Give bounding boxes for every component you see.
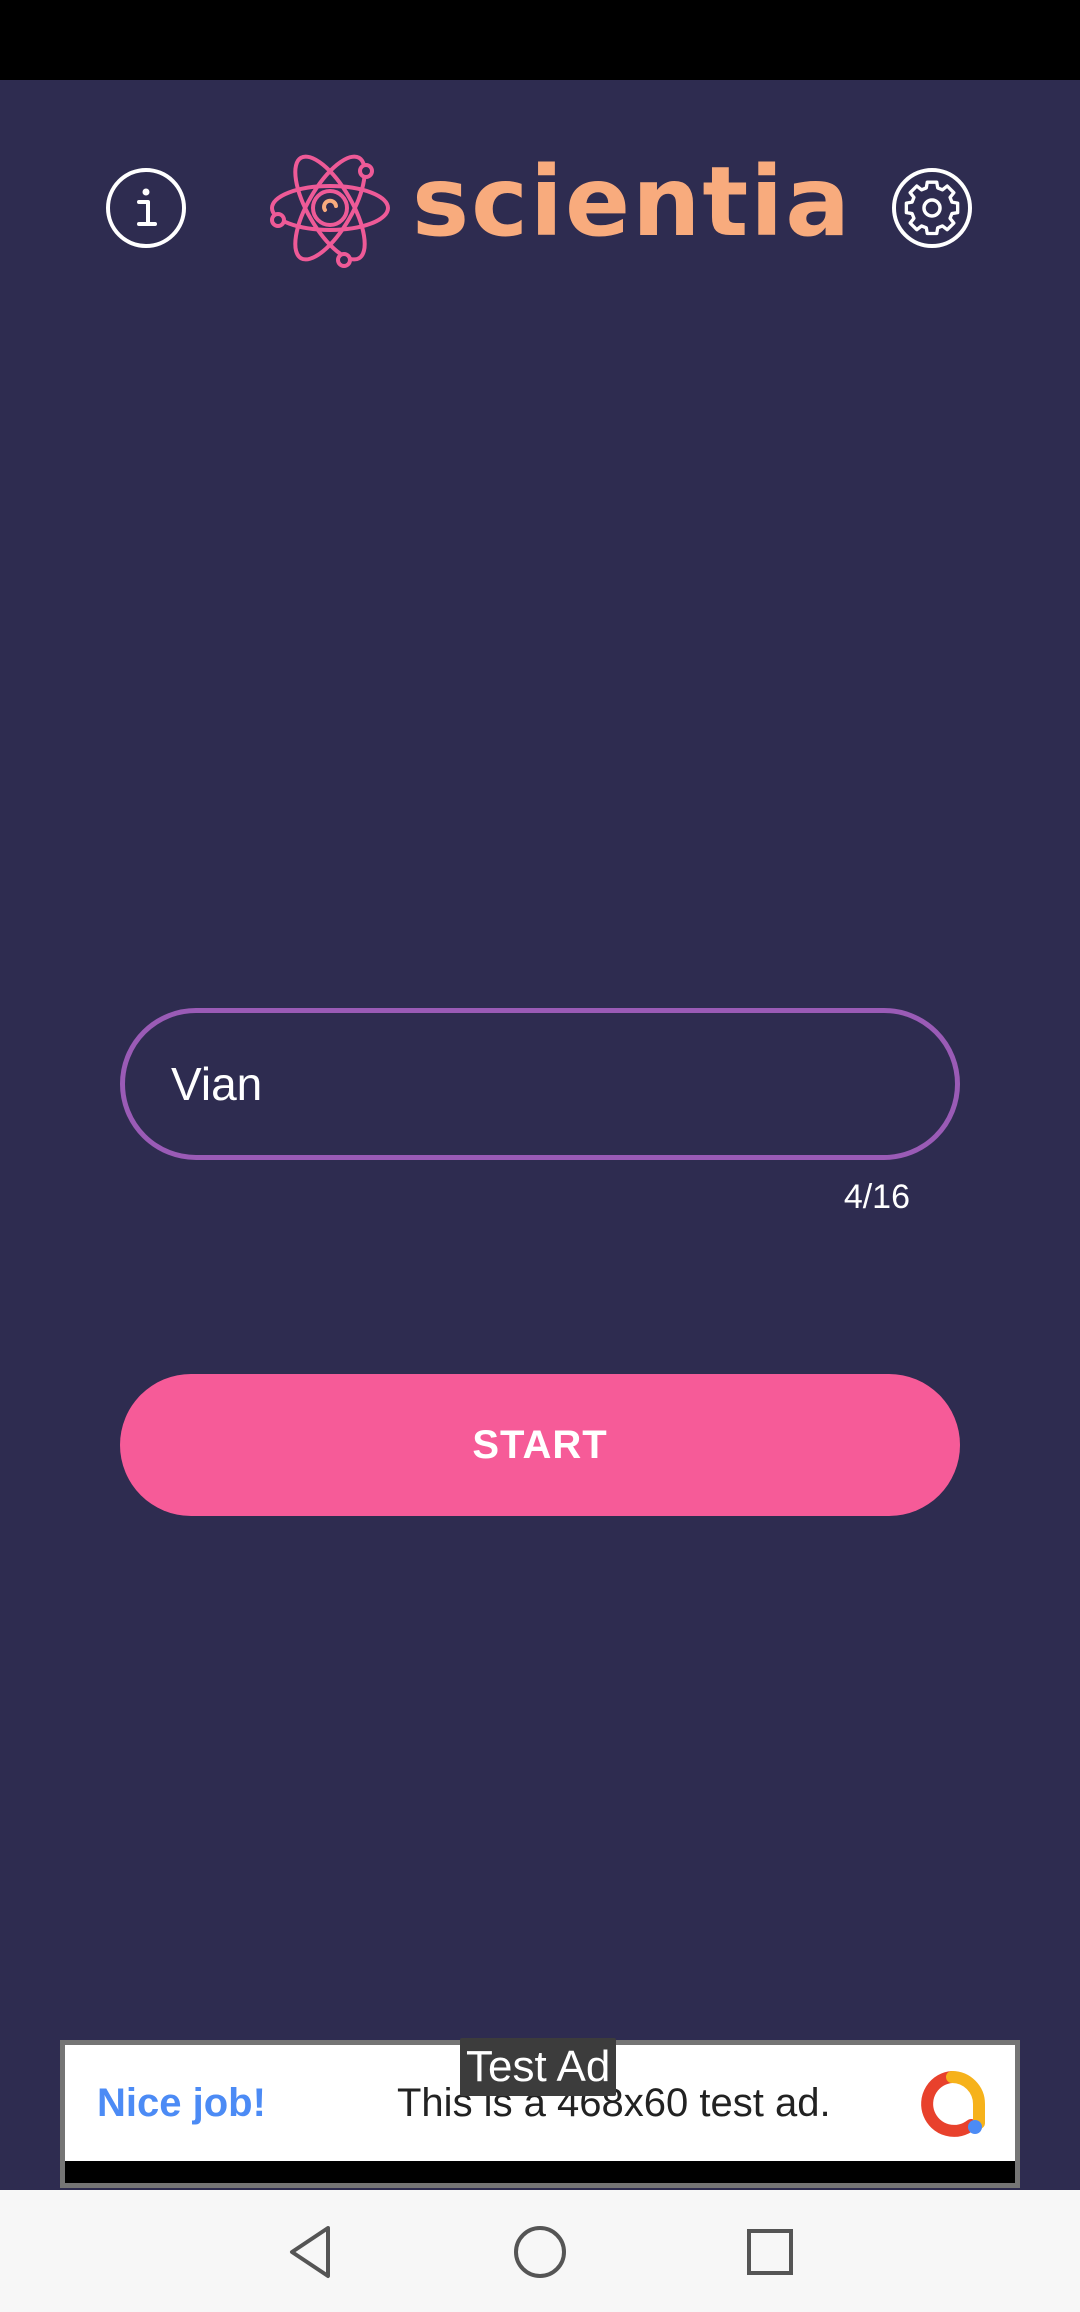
home-button[interactable] [508,2220,572,2284]
start-button-label: START [472,1422,608,1467]
admob-logo-icon [921,2071,985,2137]
home-circle-icon [514,2226,566,2278]
app-logo: scientia [268,138,852,278]
recents-square-icon [747,2229,793,2275]
character-counter: 4/16 [843,1178,910,1216]
name-input-field[interactable] [120,1008,960,1160]
start-button[interactable]: START [120,1374,960,1516]
info-icon [106,168,186,248]
status-bar [0,0,1080,80]
ad-bottom-strip [65,2161,1015,2183]
recents-button[interactable] [738,2220,802,2284]
back-triangle-icon [290,2226,330,2278]
settings-button[interactable] [890,166,974,250]
gear-icon [892,168,972,248]
app-screen: scientia 4/16 START Nice job! This is a … [0,0,1080,2312]
logo-text: scientia [412,146,852,258]
name-input[interactable] [171,1057,911,1111]
system-nav-bar [0,2190,1080,2312]
test-ad-badge: Test Ad [460,2038,617,2096]
back-button[interactable] [278,2220,342,2284]
ad-headline[interactable]: Nice job! [97,2081,266,2126]
atom-icon [270,154,390,268]
info-button[interactable] [104,166,188,250]
